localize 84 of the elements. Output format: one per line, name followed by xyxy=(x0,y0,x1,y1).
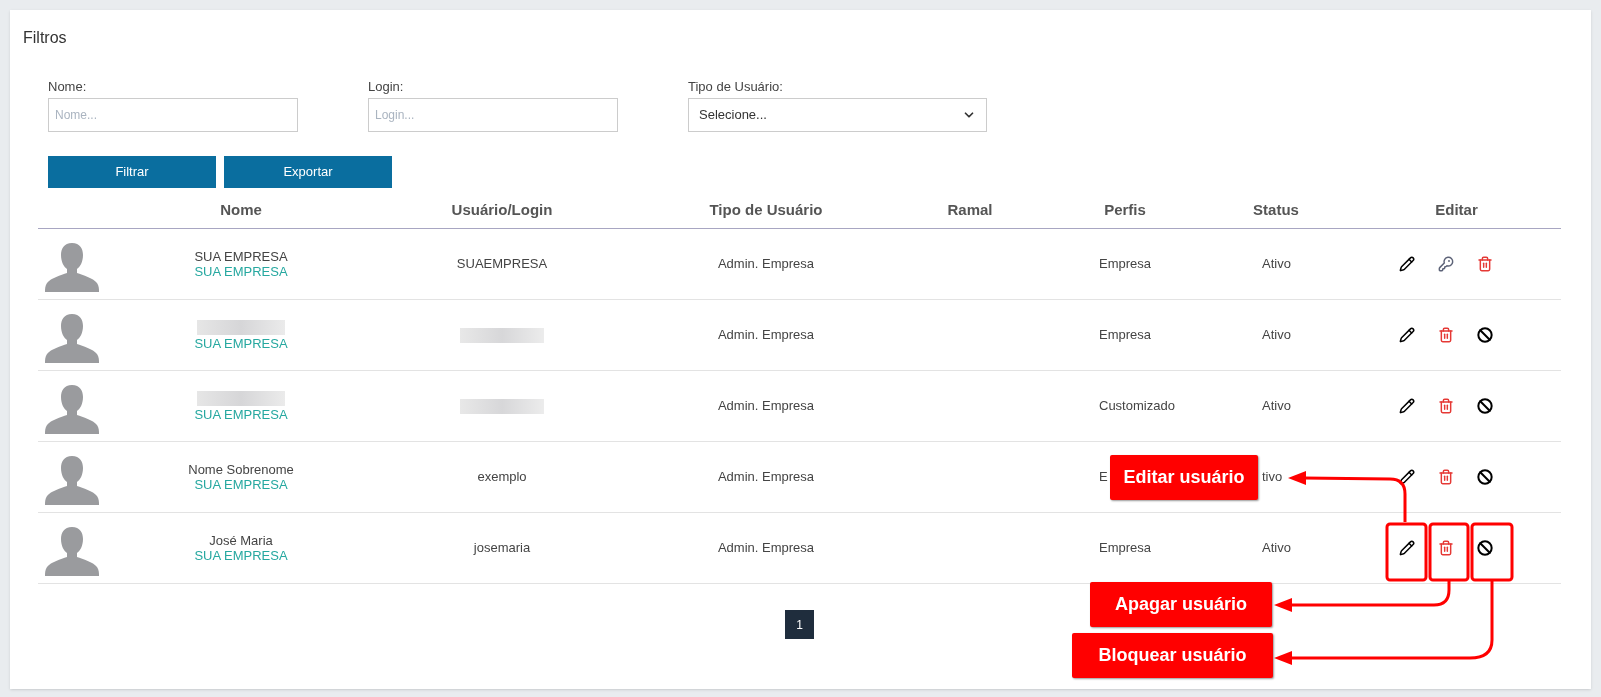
column-header: Tipo de Usuário xyxy=(709,199,823,220)
column-header: Nome xyxy=(220,199,262,220)
callout-label: Editar usuário xyxy=(1110,455,1258,500)
column-header: Perfis xyxy=(1104,199,1146,220)
edit-button[interactable] xyxy=(1398,255,1416,273)
table-cell-text: SUAEMPRESA xyxy=(456,255,548,274)
field-label: Nome: xyxy=(48,79,87,95)
table-cell-text: Ativo xyxy=(1262,539,1291,558)
table-cell-text: Admin. Empresa xyxy=(717,397,815,416)
pencil-icon xyxy=(1399,327,1415,343)
table-cell-text: Empresa xyxy=(1099,255,1152,274)
pencil-icon xyxy=(1399,398,1415,414)
column-header: Status xyxy=(1253,199,1299,220)
company-name: SUA EMPRESA xyxy=(194,406,288,422)
table-cell-text: Ativo xyxy=(1262,397,1291,416)
table-cell-text: Customizado xyxy=(1099,397,1175,416)
table-cell-text: exemplo xyxy=(477,468,527,487)
table-cell-text: E xyxy=(1099,468,1108,487)
table-cell-text: Empresa xyxy=(1099,326,1152,345)
trash-icon xyxy=(1438,540,1454,556)
column-header: Editar xyxy=(1435,199,1478,220)
edit-button[interactable] xyxy=(1398,397,1416,415)
table-cell-text: Admin. Empresa xyxy=(717,539,815,558)
avatar-icon xyxy=(44,454,100,506)
delete-button[interactable] xyxy=(1437,468,1455,486)
pencil-icon xyxy=(1399,469,1415,485)
ban-icon xyxy=(1477,469,1493,485)
table-cell-text: Admin. Empresa xyxy=(717,326,815,345)
delete-button[interactable] xyxy=(1437,326,1455,344)
callout-label: Bloquear usuário xyxy=(1072,633,1273,678)
user-type-select[interactable]: Selecione... xyxy=(688,98,987,132)
field-label: Login: xyxy=(368,79,404,95)
block-button[interactable] xyxy=(1476,539,1494,557)
trash-icon xyxy=(1477,256,1493,272)
avatar-icon xyxy=(44,525,100,577)
key-icon xyxy=(1438,256,1454,272)
export-button[interactable]: Exportar xyxy=(224,156,392,188)
table-cell-text: Empresa xyxy=(1099,539,1152,558)
trash-icon xyxy=(1438,398,1454,414)
highlight-frame xyxy=(1470,522,1514,582)
field-label: Tipo de Usuário: xyxy=(688,79,783,95)
trash-icon xyxy=(1438,469,1454,485)
avatar-icon xyxy=(44,383,100,435)
trash-icon xyxy=(1438,327,1454,343)
table-cell-text: josemaria xyxy=(473,539,531,558)
edit-button[interactable] xyxy=(1398,539,1416,557)
ban-icon xyxy=(1477,398,1493,414)
table-cell-text: tivo xyxy=(1262,468,1283,487)
avatar-icon xyxy=(44,312,100,364)
password-button[interactable] xyxy=(1437,255,1455,273)
callout-label: Apagar usuário xyxy=(1090,582,1272,627)
block-button[interactable] xyxy=(1476,326,1494,344)
card-title: Filtros xyxy=(22,28,68,48)
company-name: SUA EMPRESA xyxy=(194,548,288,563)
table-cell-text: Admin. Empresa xyxy=(717,468,815,487)
block-button[interactable] xyxy=(1476,397,1494,415)
delete-button[interactable] xyxy=(1437,539,1455,557)
column-header: Usuário/Login xyxy=(451,199,553,220)
ban-icon xyxy=(1477,327,1493,343)
pencil-icon xyxy=(1399,256,1415,272)
user-name: Nome Sobrenome xyxy=(188,462,294,477)
input-field[interactable]: Nome... xyxy=(48,98,298,132)
company-name: SUA EMPRESA xyxy=(194,335,288,351)
pencil-icon xyxy=(1399,540,1415,556)
delete-button[interactable] xyxy=(1476,255,1494,273)
column-header: Ramal xyxy=(947,199,993,220)
block-button[interactable] xyxy=(1476,468,1494,486)
user-name: SUA EMPRESA xyxy=(194,249,288,264)
filter-button[interactable]: Filtrar xyxy=(48,156,216,188)
table-cell-text: Ativo xyxy=(1262,255,1291,274)
user-name: José Maria xyxy=(209,533,273,548)
avatar-icon xyxy=(44,241,100,293)
company-name: SUA EMPRESA xyxy=(194,264,288,279)
table-cell-text: Admin. Empresa xyxy=(717,255,815,274)
edit-button[interactable] xyxy=(1398,326,1416,344)
delete-button[interactable] xyxy=(1437,397,1455,415)
edit-button[interactable] xyxy=(1398,468,1416,486)
highlight-frame xyxy=(1428,522,1470,582)
input-field[interactable]: Login... xyxy=(368,98,618,132)
page-button[interactable]: 1 xyxy=(785,610,814,639)
highlight-frame xyxy=(1385,522,1428,582)
ban-icon xyxy=(1477,540,1493,556)
table-cell-text: Ativo xyxy=(1262,326,1291,345)
company-name: SUA EMPRESA xyxy=(194,477,288,492)
